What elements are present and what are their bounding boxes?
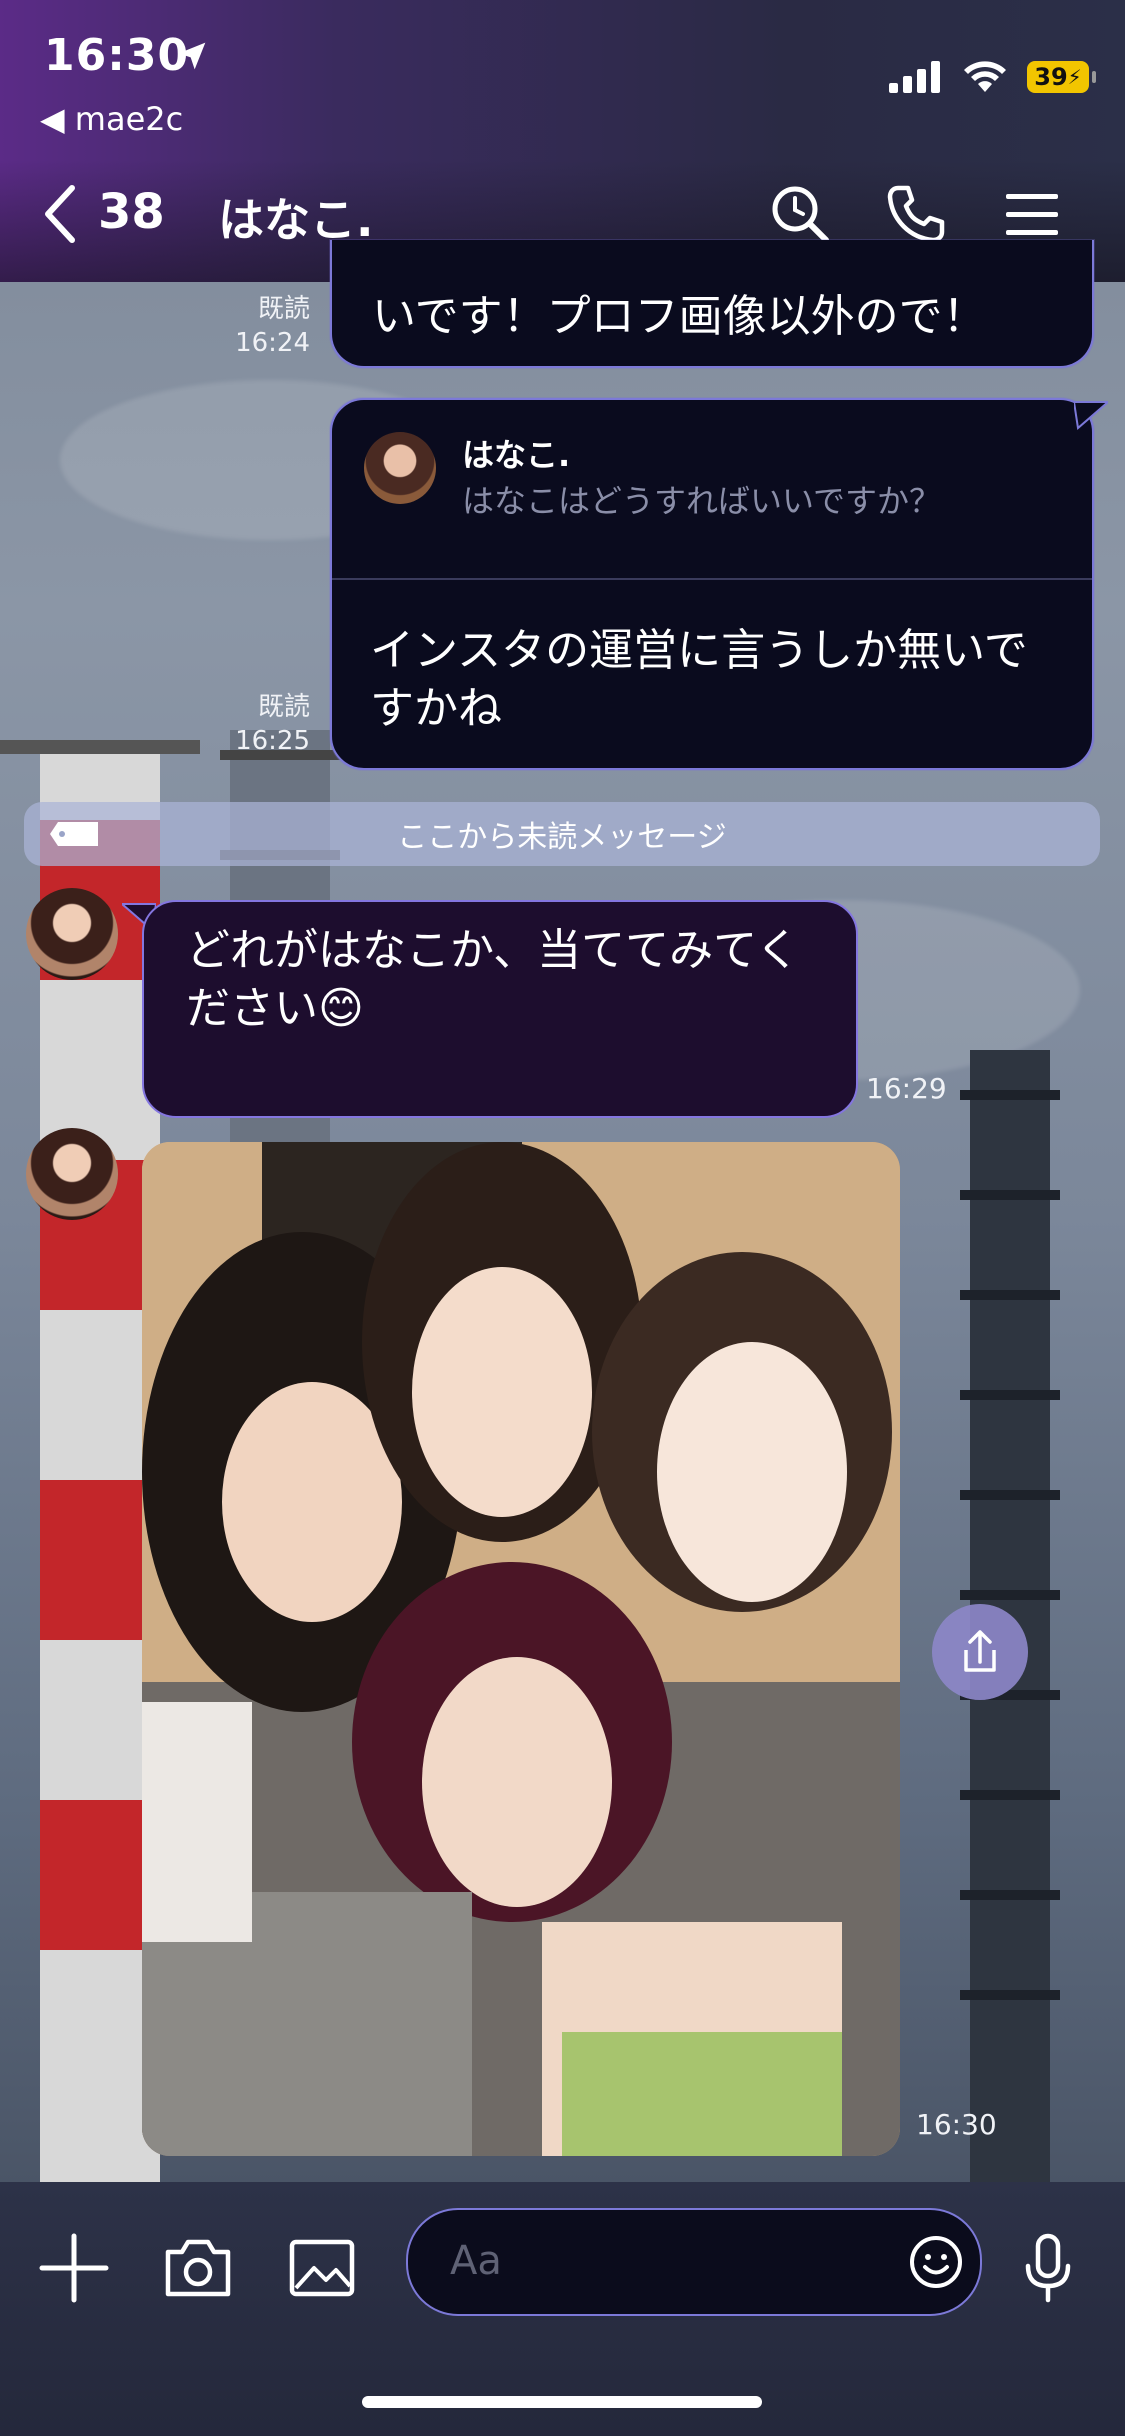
message-text: いです！プロフ画像以外ので！ (372, 291, 987, 342)
back-to-app-link[interactable]: ◀ mae2c (40, 100, 183, 138)
message-text: インスタの運営に言うしか無いですかね (370, 625, 1028, 734)
status-time: 16:30 (44, 30, 190, 81)
sender-avatar[interactable] (26, 888, 118, 980)
back-chevron-icon[interactable] (40, 184, 80, 244)
phone-icon[interactable] (884, 182, 948, 246)
sender-avatar[interactable] (26, 1128, 118, 1220)
charging-bolt-icon: ⚡ (1067, 65, 1082, 89)
image-icon[interactable] (284, 2230, 360, 2306)
reply-sender-name: はなこ. (462, 436, 571, 474)
message-time: 16:24 (235, 328, 310, 358)
read-receipt: 既読 (257, 294, 310, 324)
reply-avatar (364, 432, 436, 504)
message-time: 16:30 (916, 2108, 997, 2141)
status-indicators: 39 ⚡ (889, 60, 1096, 94)
unread-count[interactable]: 38 (98, 184, 165, 240)
battery-level: 39 (1034, 63, 1068, 91)
message-input-container[interactable] (406, 2208, 982, 2316)
read-receipt: 既読 (257, 692, 310, 722)
message-meta: 既読 16:25 (210, 690, 310, 758)
bubble-tail (1074, 401, 1108, 430)
message-time: 16:29 (866, 1072, 947, 1105)
location-arrow-icon (178, 42, 206, 70)
camera-icon[interactable] (160, 2230, 236, 2306)
message-time: 16:25 (235, 726, 310, 756)
search-icon[interactable] (768, 182, 832, 246)
unread-divider-label: ここから未読メッセージ (397, 820, 727, 855)
plus-icon[interactable] (36, 2230, 112, 2306)
battery-indicator: 39 ⚡ (1027, 61, 1096, 93)
unread-divider: ここから未読メッセージ (24, 802, 1100, 866)
share-button[interactable] (932, 1604, 1028, 1700)
menu-icon[interactable] (1000, 182, 1064, 246)
microphone-icon[interactable] (1010, 2230, 1086, 2306)
wifi-icon (964, 61, 1006, 92)
reply-quote-block[interactable]: はなこ. はなこはどうすればいいですか？ (332, 400, 1092, 580)
outgoing-message-bubble[interactable]: いです！プロフ画像以外ので！ (330, 240, 1094, 368)
message-input[interactable] (448, 2230, 892, 2292)
incoming-message-bubble[interactable]: どれがはなこか、当ててみてください😊 (142, 900, 858, 1118)
reply-quoted-text: はなこはどうすればいいですか？ (462, 482, 942, 520)
signal-icon (889, 61, 940, 93)
message-text: どれがはなこか、当ててみてください😊 (186, 925, 800, 1034)
photo-message[interactable] (142, 1142, 900, 2156)
tag-icon (50, 822, 98, 846)
message-meta: 既読 16:24 (210, 292, 310, 360)
group-photo-image (142, 1142, 900, 2156)
emoji-icon[interactable] (908, 2234, 964, 2290)
outgoing-message-bubble[interactable]: はなこ. はなこはどうすればいいですか？ インスタの運営に言うしか無いですかね (330, 398, 1094, 770)
home-indicator[interactable] (362, 2396, 762, 2408)
